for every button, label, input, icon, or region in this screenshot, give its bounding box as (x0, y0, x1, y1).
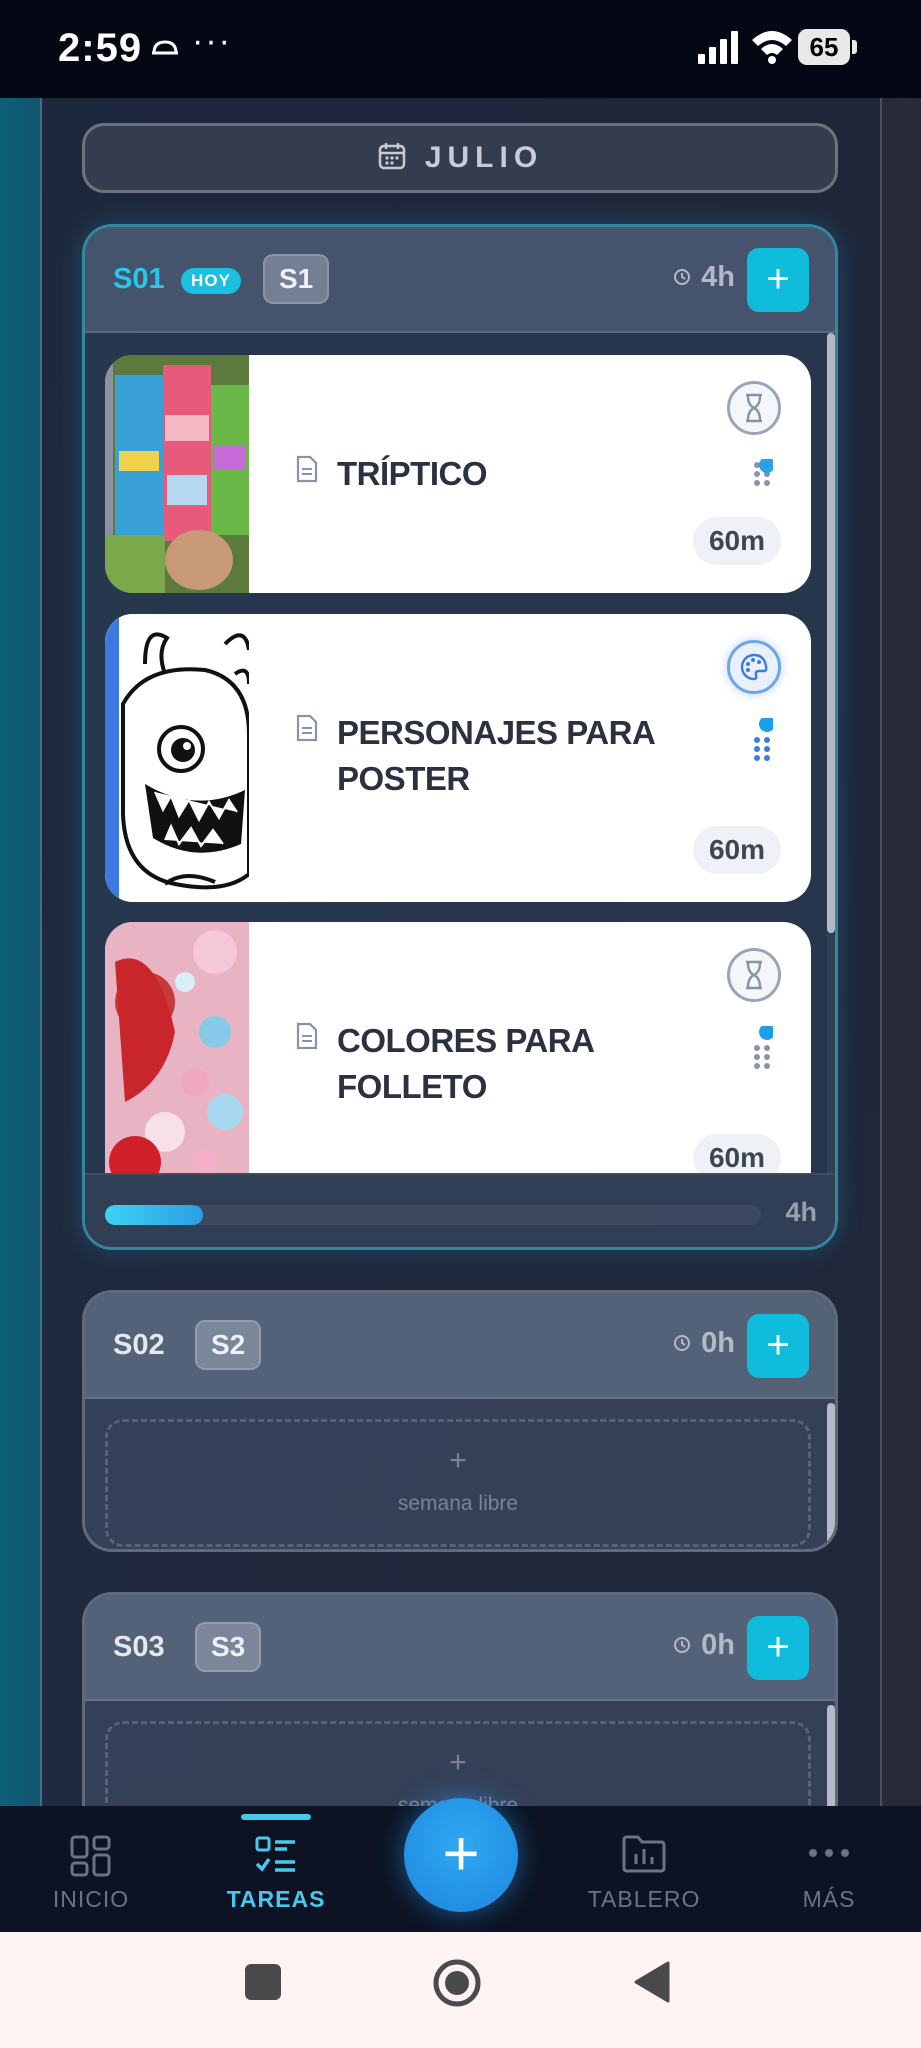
add-task-button[interactable]: + (747, 1314, 809, 1378)
week-code: S02 (113, 1329, 165, 1361)
week-hours-value: 4h (701, 261, 735, 293)
drag-handle-icon[interactable] (753, 457, 775, 500)
scrollbar-thumb[interactable] (827, 1403, 835, 1549)
nav-label: TABLERO (587, 1886, 701, 1912)
empty-week-slot[interactable]: + semana libre (105, 1419, 811, 1547)
nav-item-tareas[interactable]: TAREAS (201, 1806, 351, 1932)
week-header: S02 S2 0h + (85, 1293, 835, 1399)
grid-icon (69, 1834, 113, 1883)
month-header[interactable]: JULIO (82, 123, 838, 193)
week-header: S03 S3 0h + (85, 1595, 835, 1701)
folder-chart-icon (621, 1834, 667, 1879)
more-icon (807, 1846, 851, 1864)
task-title: COLORES PARA FOLLETO (337, 1022, 594, 1105)
clock-icon (673, 1327, 691, 1360)
status-time: 2:59 (58, 26, 143, 70)
clock-icon (673, 261, 691, 294)
status-more-indicator: ··· (192, 22, 232, 60)
nav-item-tablero[interactable]: TABLERO (569, 1806, 719, 1932)
task-thumbnail-bokeh (105, 922, 249, 1173)
week-short-label: S2 (195, 1320, 262, 1370)
task-accent-bar (105, 614, 119, 902)
checklist-icon (254, 1834, 298, 1883)
nav-label: TAREAS (226, 1886, 326, 1912)
add-fab-button[interactable]: + (404, 1798, 518, 1912)
column-divider-left (40, 98, 42, 1806)
clock-icon (673, 1629, 691, 1662)
task-title: PERSONAJES PARA POSTER (337, 714, 655, 797)
task-duration: 60m (692, 1134, 781, 1173)
week-code: S01 (113, 263, 165, 295)
hourglass-icon[interactable] (727, 381, 781, 435)
document-icon (295, 1022, 319, 1055)
system-navigation-bar (0, 1932, 921, 2048)
signal-icon (698, 30, 738, 69)
month-label: JULIO (424, 141, 544, 174)
column-divider-right (880, 98, 882, 1806)
nav-label: INICIO (52, 1886, 130, 1912)
drag-handle-icon[interactable] (753, 1024, 775, 1079)
task-card[interactable]: COLORES PARA FOLLETO 60m (105, 922, 811, 1173)
task-duration: 60m (692, 517, 781, 565)
empty-slot-plus: + (449, 1746, 467, 1779)
nav-label: MÁS (802, 1886, 856, 1912)
add-task-button[interactable]: + (747, 1616, 809, 1680)
empty-slot-text: semana libre (397, 1492, 519, 1515)
recents-icon[interactable] (243, 1962, 283, 2007)
week-hours-value: 0h (701, 1629, 735, 1661)
home-icon[interactable] (432, 1958, 482, 2013)
week-card-s01: S01 HOY S1 4h + TRÍPTICO 60m PERSONAJES … (82, 224, 838, 1250)
week-hours: 0h (673, 1327, 735, 1360)
status-bar: 2:59 ··· 65 (0, 0, 921, 98)
week-header: S01 HOY S1 4h + (85, 227, 835, 333)
task-list[interactable]: TRÍPTICO 60m PERSONAJES PARA POSTER 60m … (85, 333, 835, 1173)
document-icon (295, 455, 319, 488)
scrollbar[interactable] (827, 333, 835, 1173)
week-hours-value: 0h (701, 1327, 735, 1359)
back-icon[interactable] (632, 1960, 672, 2009)
nav-item-mas[interactable]: MÁS (754, 1806, 904, 1932)
palette-icon[interactable] (727, 640, 781, 694)
week-short-label: S3 (195, 1622, 262, 1672)
today-badge: HOY (181, 268, 241, 294)
task-thumbnail-monster (105, 614, 249, 902)
week-short-label: S1 (263, 254, 330, 304)
week-code: S03 (113, 1631, 165, 1663)
drag-handle-icon[interactable] (753, 716, 775, 771)
task-duration: 60m (692, 826, 781, 874)
week-progress-bar (105, 1205, 761, 1225)
week-hours: 0h (673, 1629, 735, 1662)
scrollbar[interactable] (827, 1403, 835, 1549)
task-thumbnail-brochure (105, 355, 249, 593)
task-title: TRÍPTICO (337, 455, 488, 492)
nav-item-inicio[interactable]: INICIO (16, 1806, 166, 1932)
week-progress-fill (105, 1205, 204, 1225)
wifi-icon (750, 28, 794, 69)
week-card-s02: S02 S2 0h + + semana libre (82, 1290, 838, 1552)
empty-slot-plus: + (449, 1444, 467, 1477)
hourglass-icon[interactable] (727, 948, 781, 1002)
task-card[interactable]: PERSONAJES PARA POSTER 60m (105, 614, 811, 902)
week-progress-footer: 4h (85, 1173, 835, 1247)
task-card[interactable]: TRÍPTICO 60m (105, 355, 811, 593)
week-hours: 4h (673, 261, 735, 294)
calendar-icon (377, 141, 407, 176)
battery-indicator: 65 (798, 29, 857, 65)
cloud-icon (150, 36, 180, 61)
week-progress-label: 4h (785, 1197, 817, 1227)
add-task-button[interactable]: + (747, 248, 809, 312)
document-icon (295, 714, 319, 747)
scrollbar-thumb[interactable] (827, 333, 835, 933)
